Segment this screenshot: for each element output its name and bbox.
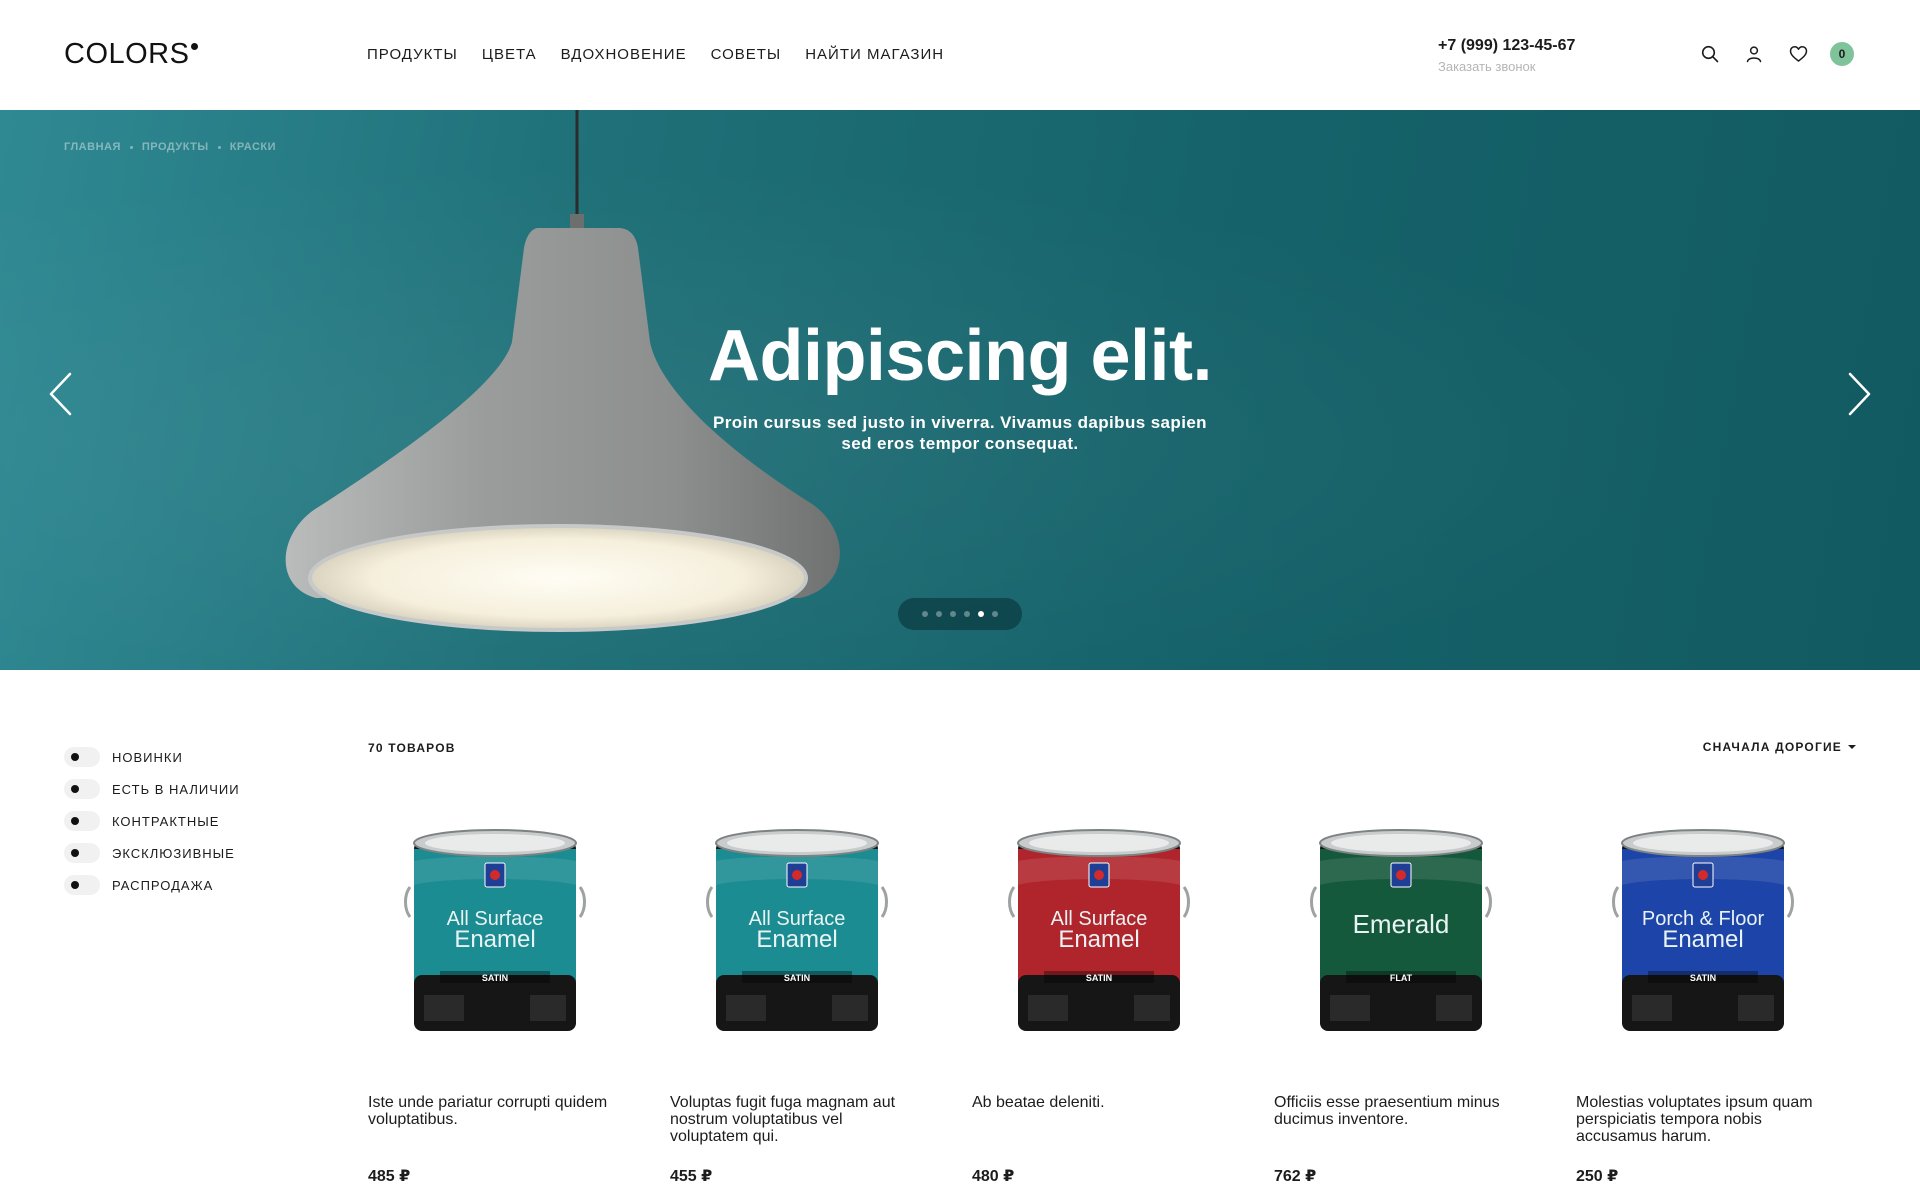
filter-list: НОВИНКИ ЕСТЬ В НАЛИЧИИ КОНТРАКТНЫЕ ЭКСКЛ…	[64, 741, 240, 901]
breadcrumb: ГЛАВНАЯ ПРОДУКТЫ КРАСКИ	[64, 141, 276, 153]
paint-can-image: Porch & FloorEnamelSATIN	[1612, 829, 1794, 1031]
breadcrumb-products[interactable]: ПРОДУКТЫ	[142, 141, 209, 153]
slider-dot[interactable]	[922, 611, 928, 617]
product-count: 70 ТОВАРОВ	[368, 741, 456, 755]
filter-toggle[interactable]	[64, 779, 100, 799]
svg-text:SATIN: SATIN	[482, 973, 508, 983]
chevron-right-icon	[1848, 372, 1871, 416]
sort-dropdown[interactable]: СНАЧАЛА ДОРОГИЕ	[1600, 740, 1856, 754]
slider-dot[interactable]	[992, 611, 998, 617]
slider-dot[interactable]	[950, 611, 956, 617]
nav-tips[interactable]: СОВЕТЫ	[711, 46, 782, 63]
search-icon[interactable]	[1698, 42, 1722, 66]
user-icon[interactable]	[1742, 42, 1766, 66]
nav-find-store[interactable]: НАЙТИ МАГАЗИН	[805, 46, 944, 63]
filter-toggle[interactable]	[64, 843, 100, 863]
main-nav: ПРОДУКТЫ ЦВЕТА ВДОХНОВЕНИЕ СОВЕТЫ НАЙТИ …	[367, 46, 944, 63]
breadcrumb-current: КРАСКИ	[229, 141, 277, 153]
product-card[interactable]: Porch & Floor Enamel SATIN Molestias volupt…	[1576, 812, 1830, 1186]
product-price: 762 ₽	[1274, 1168, 1317, 1185]
svg-text:Emerald: Emerald	[1353, 909, 1450, 939]
header-icons: 0	[1698, 42, 1854, 66]
product-card[interactable]: All Surface Enamel SATIN Ab beatae deleniti…	[972, 812, 1226, 1186]
paint-can-image: All SurfaceEnamelSATIN	[1008, 829, 1190, 1031]
logo[interactable]: COLORS	[64, 38, 199, 71]
breadcrumb-separator	[129, 145, 133, 149]
nav-products[interactable]: ПРОДУКТЫ	[367, 46, 458, 63]
paint-can-image: Emerald FLAT	[1310, 829, 1492, 1031]
product-name[interactable]: Iste unde pariatur corrupti quidem volup…	[368, 1094, 622, 1166]
filter-label: ЭКСКЛЮЗИВНЫЕ	[112, 845, 235, 861]
product-price: 455 ₽	[670, 1168, 713, 1185]
filter-toggle[interactable]	[64, 747, 100, 767]
filter-new[interactable]: НОВИНКИ	[64, 741, 240, 773]
hero-title: Adipiscing elit.	[707, 316, 1213, 396]
product-name[interactable]: Ab beatae deleniti.	[972, 1094, 1226, 1166]
filter-contract[interactable]: КОНТРАКТНЫЕ	[64, 805, 240, 837]
product-image[interactable]: Porch & Floor Enamel SATIN	[1576, 812, 1830, 1052]
logo-text: COLORS	[64, 38, 190, 70]
svg-text:SATIN: SATIN	[1690, 973, 1716, 983]
filter-exclusive[interactable]: ЭКСКЛЮЗИВНЫЕ	[64, 837, 240, 869]
filter-in-stock[interactable]: ЕСТЬ В НАЛИЧИИ	[64, 773, 240, 805]
svg-text:SATIN: SATIN	[784, 973, 810, 983]
paint-can-image: All SurfaceEnamelSATIN	[404, 829, 586, 1031]
product-price: 485 ₽	[368, 1168, 411, 1185]
filter-toggle[interactable]	[64, 811, 100, 831]
filter-toggle[interactable]	[64, 875, 100, 895]
svg-text:Enamel: Enamel	[1058, 926, 1139, 953]
heart-icon[interactable]	[1786, 42, 1810, 66]
breadcrumb-home[interactable]: ГЛАВНАЯ	[64, 141, 121, 153]
filter-label: ЕСТЬ В НАЛИЧИИ	[112, 781, 240, 797]
sort-label: СНАЧАЛА ДОРОГИЕ	[1702, 740, 1842, 754]
hero-subtitle: Proin cursus sed justo in viverra. Vivam…	[713, 413, 1207, 453]
product-image[interactable]: All Surface Enamel SATIN	[368, 812, 622, 1052]
filter-sale[interactable]: РАСПРОДАЖА	[64, 869, 240, 901]
product-name[interactable]: Officiis esse praesentium minus ducimus …	[1274, 1094, 1528, 1166]
product-image[interactable]: All Surface Enamel SATIN	[972, 812, 1226, 1052]
callback-link[interactable]: Заказать звонок	[1438, 59, 1535, 74]
svg-text:Enamel: Enamel	[454, 926, 535, 953]
product-image[interactable]: All Surface Enamel SATIN	[670, 812, 924, 1052]
svg-text:SATIN: SATIN	[1086, 973, 1112, 983]
product-card[interactable]: Emerald FLAT Officiis esse praesentium min…	[1274, 812, 1528, 1186]
slider-pagination	[898, 598, 1022, 630]
svg-text:Enamel: Enamel	[1662, 926, 1743, 953]
product-image[interactable]: Emerald FLAT	[1274, 812, 1528, 1052]
slider-dot[interactable]	[936, 611, 942, 617]
chevron-left-icon	[49, 372, 72, 416]
slider-prev-button[interactable]	[40, 364, 80, 424]
svg-text:FLAT: FLAT	[1390, 973, 1413, 983]
breadcrumb-separator	[217, 145, 221, 149]
product-price: 480 ₽	[972, 1168, 1015, 1185]
filter-label: РАСПРОДАЖА	[112, 877, 214, 893]
product-grid: All Surface Enamel SATIN Iste unde pariatur…	[368, 812, 1830, 1186]
cart-count-badge[interactable]: 0	[1830, 42, 1854, 66]
nav-colors[interactable]: ЦВЕТА	[482, 46, 537, 63]
slider-dot-active[interactable]	[978, 611, 984, 617]
paint-can-image: All SurfaceEnamelSATIN	[706, 829, 888, 1031]
slider-dot[interactable]	[964, 611, 970, 617]
product-price: 250 ₽	[1576, 1168, 1619, 1185]
logo-dot	[191, 43, 199, 50]
phone-number[interactable]: +7 (999) 123-45-67	[1438, 37, 1575, 55]
product-card[interactable]: All Surface Enamel SATIN Voluptas fugit fug…	[670, 812, 924, 1186]
nav-inspiration[interactable]: ВДОХНОВЕНИЕ	[561, 46, 687, 63]
filter-label: КОНТРАКТНЫЕ	[112, 813, 220, 829]
site-header: COLORS ПРОДУКТЫ ЦВЕТА ВДОХНОВЕНИЕ СОВЕТЫ…	[0, 0, 1920, 110]
caret-down-icon	[1848, 745, 1856, 749]
filter-label: НОВИНКИ	[112, 749, 183, 765]
hero-slider: ГЛАВНАЯ ПРОДУКТЫ КРАСКИ Adipiscing elit.…	[0, 110, 1920, 670]
product-name[interactable]: Molestias voluptates ipsum quam perspici…	[1576, 1094, 1830, 1166]
product-name[interactable]: Voluptas fugit fuga magnam aut nostrum v…	[670, 1094, 924, 1166]
slider-next-button[interactable]	[1840, 364, 1880, 424]
svg-text:Enamel: Enamel	[756, 926, 837, 953]
product-card[interactable]: All Surface Enamel SATIN Iste unde pariatur…	[368, 812, 622, 1186]
